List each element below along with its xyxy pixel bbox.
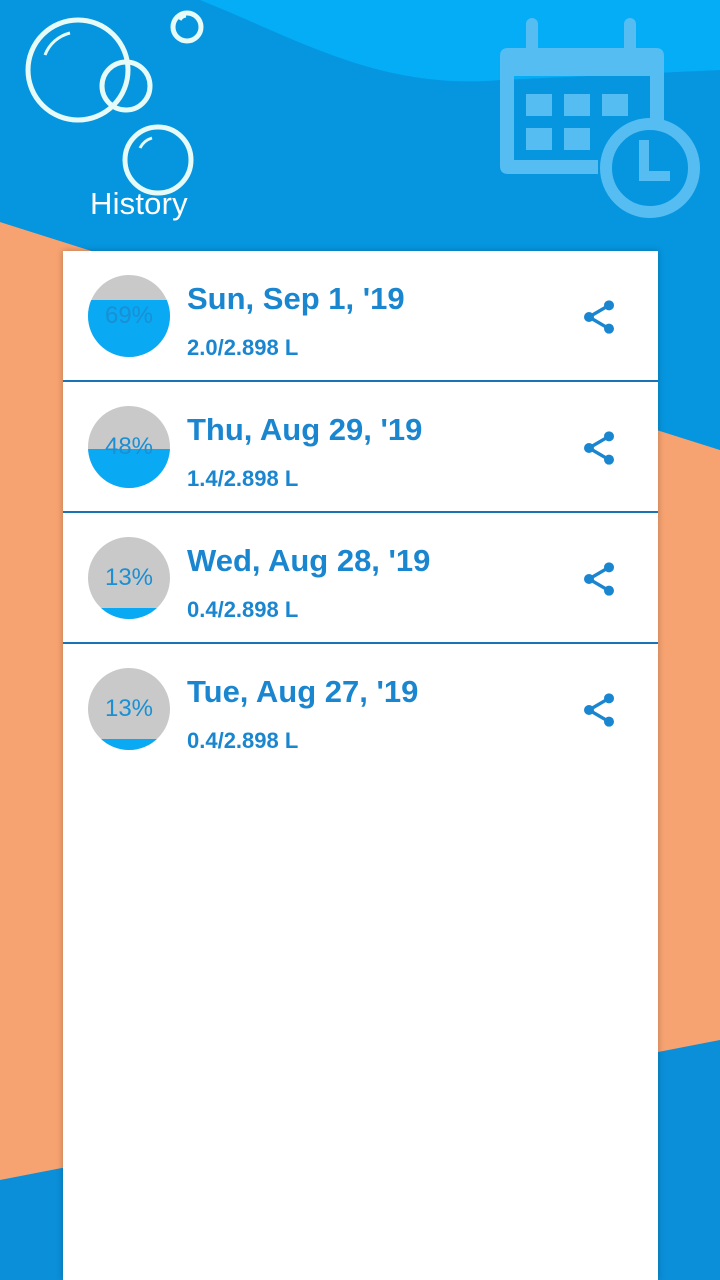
history-date: Sun, Sep 1, '19	[187, 281, 405, 316]
share-icon[interactable]	[579, 559, 619, 599]
percent-label: 48%	[104, 433, 154, 460]
history-date: Tue, Aug 27, '19	[187, 674, 419, 709]
percent-label: 69%	[104, 302, 154, 329]
page-title: History	[90, 186, 188, 221]
progress-gauge: 13%	[88, 668, 170, 750]
share-icon[interactable]	[579, 428, 619, 468]
calendar-clock-icon	[500, 18, 700, 218]
share-icon[interactable]	[579, 690, 619, 730]
percent-label: 13%	[104, 564, 154, 591]
history-amount: 1.4/2.898 L	[187, 466, 299, 491]
share-icon[interactable]	[579, 297, 619, 337]
history-amount: 2.0/2.898 L	[187, 335, 299, 360]
progress-gauge: 48%	[88, 406, 170, 488]
history-item[interactable]: 13% Tue, Aug 27, '19 0.4/2.898 L	[63, 644, 658, 773]
history-amount: 0.4/2.898 L	[187, 597, 299, 622]
progress-gauge: 69%	[88, 275, 170, 357]
history-item[interactable]: 13% Wed, Aug 28, '19 0.4/2.898 L	[63, 513, 658, 644]
history-date: Thu, Aug 29, '19	[187, 412, 423, 447]
percent-label: 13%	[104, 695, 154, 722]
progress-gauge: 13%	[88, 537, 170, 619]
history-list: 69% Sun, Sep 1, '19 2.0/2.898 L 48% Thu,…	[63, 251, 658, 1280]
history-amount: 0.4/2.898 L	[187, 728, 299, 753]
history-date: Wed, Aug 28, '19	[187, 543, 431, 578]
history-item[interactable]: 48% Thu, Aug 29, '19 1.4/2.898 L	[63, 382, 658, 513]
history-item[interactable]: 69% Sun, Sep 1, '19 2.0/2.898 L	[63, 251, 658, 382]
